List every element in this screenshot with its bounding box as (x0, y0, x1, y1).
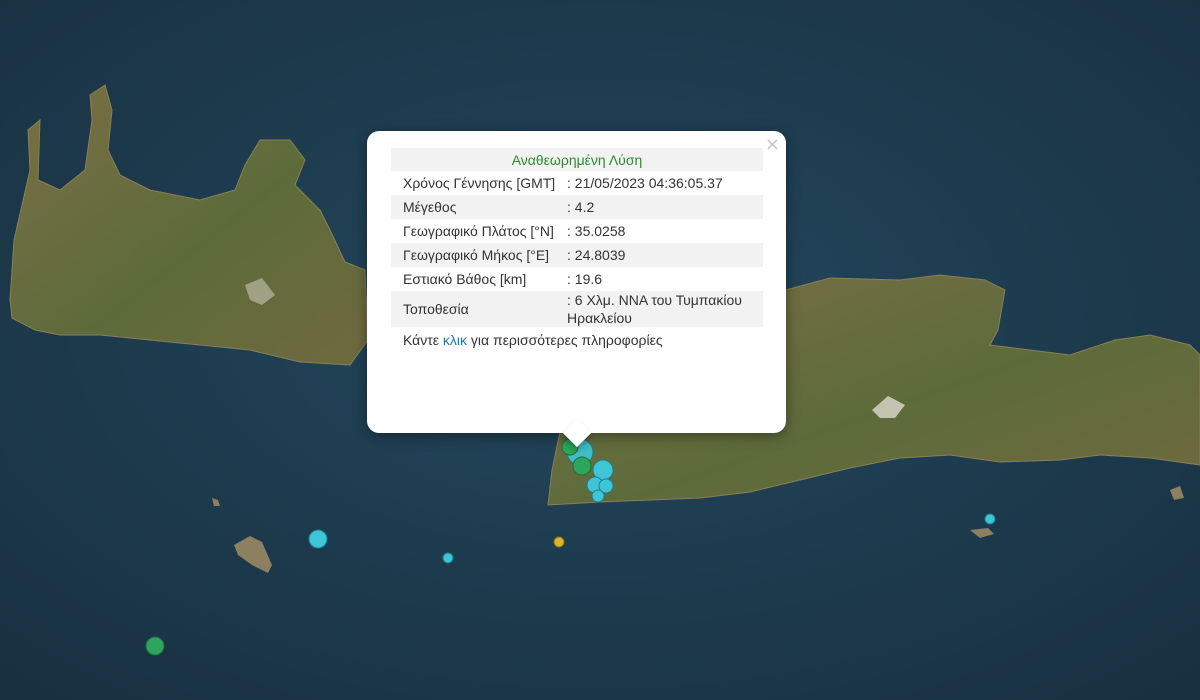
focal-depth-value: : 19.6 (567, 271, 603, 287)
location-label: Τοποθεσία (403, 301, 469, 317)
origin-time-value: : 21/05/2023 04:36:05.37 (567, 175, 723, 191)
focal-depth-label: Εστιακό Βάθος [km] (403, 271, 527, 287)
table-row: Γεωγραφικό Μήκος [°E] : 24.8039 (391, 243, 763, 267)
close-icon[interactable]: × (765, 135, 780, 155)
longitude-label: Γεωγραφικό Μήκος [°E] (403, 247, 550, 263)
earthquake-marker[interactable] (984, 513, 996, 525)
magnitude-value: : 4.2 (567, 199, 595, 215)
earthquake-marker[interactable] (591, 489, 605, 503)
location-value: : 6 Χλμ. ΝΝΑ του Τυμπακίου Ηρακλείου (567, 292, 742, 326)
map-view[interactable]: × Αναθεωρημένη Λύση Χρόνος Γέννησης [GMT… (0, 0, 1200, 700)
magnitude-label: Μέγεθος (403, 199, 457, 215)
earthquake-marker[interactable] (145, 636, 165, 656)
table-row: Γεωγραφικό Πλάτος [°N] : 35.0258 (391, 219, 763, 243)
longitude-value: : 24.8039 (567, 247, 626, 263)
origin-time-label: Χρόνος Γέννησης [GMT] (403, 175, 556, 191)
more-info-suffix: για περισσότερες πληροφορίες (467, 332, 663, 348)
earthquake-marker[interactable] (442, 552, 454, 564)
table-row: Τοποθεσία : 6 Χλμ. ΝΝΑ του Τυμπακίου Ηρα… (391, 291, 763, 327)
table-row: Χρόνος Γέννησης [GMT] : 21/05/2023 04:36… (391, 171, 763, 195)
earthquake-marker[interactable] (572, 456, 592, 476)
earthquake-info-popup: × Αναθεωρημένη Λύση Χρόνος Γέννησης [GMT… (367, 131, 786, 448)
earthquake-marker[interactable] (308, 529, 328, 549)
latitude-value: : 35.0258 (567, 223, 626, 239)
popup-title: Αναθεωρημένη Λύση (511, 151, 643, 168)
popup-title-row: Αναθεωρημένη Λύση (391, 148, 763, 171)
more-info-prefix: Κάντε (403, 332, 443, 348)
more-info-note: Κάντε κλικ για περισσότερες πληροφορίες (391, 332, 762, 348)
table-row: Μέγεθος : 4.2 (391, 195, 763, 219)
more-info-link[interactable]: κλικ (443, 332, 467, 348)
earthquake-details-table: Αναθεωρημένη Λύση Χρόνος Γέννησης [GMT] … (391, 148, 763, 327)
table-row: Εστιακό Βάθος [km] : 19.6 (391, 267, 763, 291)
latitude-label: Γεωγραφικό Πλάτος [°N] (403, 223, 554, 239)
earthquake-marker[interactable] (553, 536, 565, 548)
